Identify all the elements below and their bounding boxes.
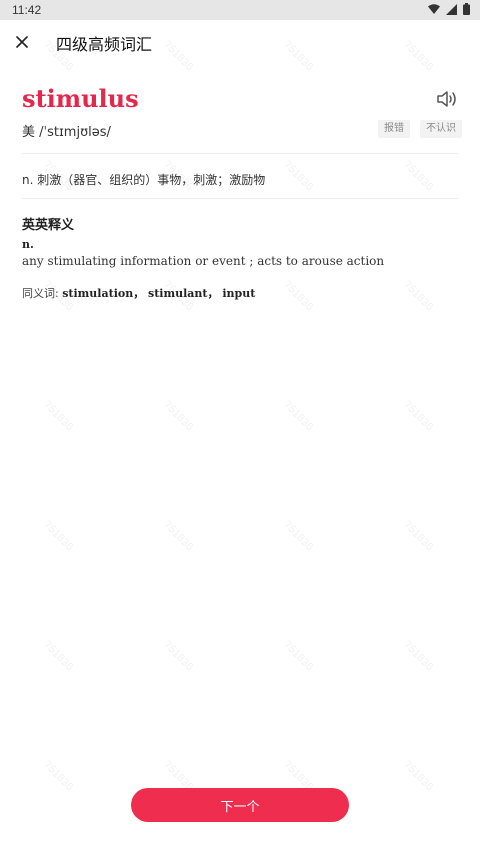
headword: stimulus [22,84,139,113]
phonetic-row: 美 /ˈstɪmjʊləs/ [22,121,111,140]
close-icon [16,36,28,48]
divider [22,153,458,154]
unknown-button[interactable]: 不认识 [420,120,462,138]
watermark-text: 751836 [41,758,76,794]
watermark-text: 751836 [41,518,76,554]
status-bar: 11:42 [0,0,480,20]
watermark-text: 751836 [281,158,316,194]
phonetic-text: /ˈstɪmjʊləs/ [39,125,111,140]
page-title: 四级高频词汇 [56,35,153,54]
watermark-text: 751836 [401,158,436,194]
speaker-icon [437,91,456,107]
watermark-text: 751836 [161,518,196,554]
watermark-text: 751836 [281,278,316,314]
next-button[interactable]: 下一个 [131,788,349,822]
close-button[interactable] [12,32,32,52]
watermark-text: 751836 [401,278,436,314]
status-time: 11:42 [12,3,42,17]
phonetic-label: 美 [22,125,36,140]
signal-icon [446,3,457,15]
wifi-icon [428,3,440,14]
watermark-text: 751836 [41,398,76,434]
watermark-text: 751836 [161,638,196,674]
watermark-text: 751836 [161,398,196,434]
watermark-text: 751836 [401,758,436,794]
english-definition: any stimulating information or event ; a… [22,254,385,268]
synonyms-list: stimulation， stimulant， input [62,287,256,300]
watermark-text: 751836 [281,638,316,674]
divider [22,198,458,199]
status-icons [428,3,470,15]
pronounce-button[interactable] [436,89,458,109]
section-title-english: 英英释义 [22,218,75,233]
watermark-text: 751836 [281,398,316,434]
watermark-text: 751836 [401,398,436,434]
watermark-text: 751836 [41,638,76,674]
watermark-text: 751836 [281,518,316,554]
watermark-text: 751836 [401,638,436,674]
part-of-speech: n. [22,238,34,251]
battery-icon [463,3,470,15]
report-error-button[interactable]: 报错 [378,120,410,138]
watermark-text: 751836 [401,518,436,554]
